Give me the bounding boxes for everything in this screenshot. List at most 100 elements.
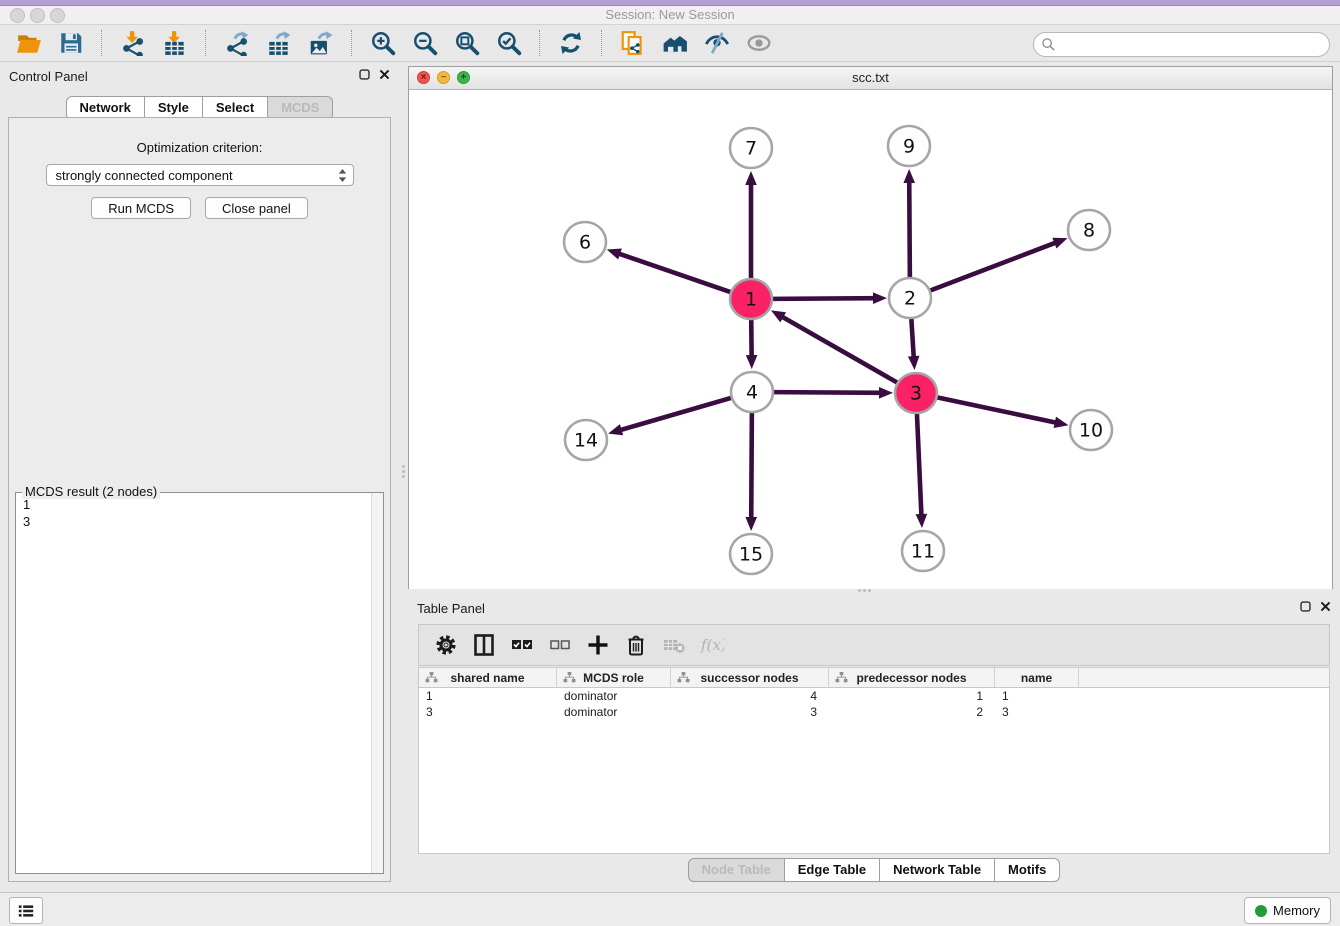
edge-3-10[interactable]: [937, 397, 1058, 423]
tab-node-table[interactable]: Node Table: [688, 858, 785, 882]
hide-selected-eye-slash-button[interactable]: [701, 28, 733, 58]
graph-node-4[interactable]: 4: [731, 372, 773, 412]
cell-name[interactable]: 1: [995, 689, 1079, 703]
edge-arrowhead-1-2: [873, 292, 887, 304]
cell-successor-nodes[interactable]: 4: [671, 689, 829, 703]
memory-button[interactable]: Memory: [1244, 897, 1331, 924]
zoom-in-button[interactable]: [367, 28, 399, 58]
list-icon: [17, 903, 35, 919]
column-header-predecessor-nodes[interactable]: predecessor nodes: [829, 668, 995, 687]
import-network-button[interactable]: [117, 28, 149, 58]
graph-node-7[interactable]: 7: [730, 128, 772, 168]
zoom-out-button[interactable]: [409, 28, 441, 58]
toolbar-separator: [101, 30, 103, 56]
table-panel: Table Panel f(x) shared nameMCDS rolesuc…: [408, 595, 1340, 888]
svg-text:4: 4: [746, 382, 758, 404]
edge-4-15[interactable]: [751, 412, 752, 520]
table-row[interactable]: 1dominator411: [419, 688, 1329, 704]
table-row[interactable]: 3dominator323: [419, 704, 1329, 720]
cell-name[interactable]: 3: [995, 705, 1079, 719]
column-header-shared-name[interactable]: shared name: [419, 668, 557, 687]
close-table-panel-icon[interactable]: [1319, 600, 1332, 613]
optimization-criterion-label: Optimization criterion:: [9, 140, 390, 155]
graph-node-6[interactable]: 6: [564, 222, 606, 262]
deselect-all-checkboxes-button[interactable]: [545, 630, 575, 660]
search-input[interactable]: [1056, 35, 1329, 55]
column-header-successor-nodes[interactable]: successor nodes: [671, 668, 829, 687]
export-network-icon: [224, 30, 250, 56]
edge-4-3[interactable]: [773, 392, 882, 393]
run-mcds-button[interactable]: Run MCDS: [91, 197, 191, 219]
cell-predecessor-nodes[interactable]: 2: [829, 705, 995, 719]
edge-3-1[interactable]: [781, 316, 898, 383]
edge-2-9[interactable]: [909, 180, 910, 278]
graph-node-9[interactable]: 9: [888, 126, 930, 166]
tab-motifs[interactable]: Motifs: [995, 858, 1060, 882]
add-column-plus-button[interactable]: [583, 630, 613, 660]
optimization-criterion-select[interactable]: strongly connected component: [46, 164, 354, 186]
search-box[interactable]: [1033, 32, 1330, 57]
network-window-titlebar[interactable]: × − + scc.txt: [409, 67, 1332, 90]
network-graph[interactable]: 7 9 6 8 1 2 4 3 14 10 15 11: [409, 90, 1332, 589]
node-table[interactable]: shared nameMCDS rolesuccessor nodesprede…: [418, 667, 1330, 854]
graph-node-2[interactable]: 2: [889, 278, 931, 318]
gear-button[interactable]: [431, 630, 461, 660]
edge-2-8[interactable]: [930, 242, 1058, 291]
cell-MCDS-role[interactable]: dominator: [557, 705, 671, 719]
result-scrollbar[interactable]: [371, 493, 383, 873]
cell-MCDS-role[interactable]: dominator: [557, 689, 671, 703]
first-neighbors-houses-button[interactable]: [659, 28, 691, 58]
tab-edge-table[interactable]: Edge Table: [785, 858, 880, 882]
export-table-button[interactable]: [263, 28, 295, 58]
edge-3-11[interactable]: [917, 413, 922, 517]
zoom-selected-button[interactable]: [493, 28, 525, 58]
cell-predecessor-nodes[interactable]: 1: [829, 689, 995, 703]
export-image-icon: [308, 30, 334, 56]
refresh-layout-button[interactable]: [555, 28, 587, 58]
cell-shared-name[interactable]: 3: [419, 705, 557, 719]
graph-node-1[interactable]: 1: [730, 279, 772, 319]
column-header-MCDS-role[interactable]: MCDS role: [557, 668, 671, 687]
graph-node-3[interactable]: 3: [895, 373, 937, 413]
zoom-in-icon: [370, 30, 396, 56]
export-image-button[interactable]: [305, 28, 337, 58]
float-table-panel-icon[interactable]: [1299, 600, 1312, 613]
graph-node-14[interactable]: 14: [565, 420, 607, 460]
vertical-splitter-grip[interactable]: [401, 463, 406, 479]
clone-network-button[interactable]: [617, 28, 649, 58]
zoom-selected-icon: [496, 30, 522, 56]
zoom-fit-button[interactable]: [451, 28, 483, 58]
column-header-name[interactable]: name: [995, 668, 1079, 687]
edge-4-14[interactable]: [619, 398, 732, 431]
tab-network-table[interactable]: Network Table: [880, 858, 995, 882]
graph-node-15[interactable]: 15: [730, 534, 772, 574]
select-all-checkboxes-button[interactable]: [507, 630, 537, 660]
edge-2-3[interactable]: [911, 318, 914, 359]
svg-text:15: 15: [739, 544, 763, 566]
export-network-button[interactable]: [221, 28, 253, 58]
open-session-button[interactable]: [13, 28, 45, 58]
show-hidden-eye-button[interactable]: [743, 28, 775, 58]
network-canvas[interactable]: 7 9 6 8 1 2 4 3 14 10 15 11: [409, 90, 1332, 589]
close-panel-button[interactable]: Close panel: [205, 197, 308, 219]
cell-shared-name[interactable]: 1: [419, 689, 557, 703]
close-panel-icon[interactable]: [378, 68, 391, 81]
edge-1-6[interactable]: [617, 253, 731, 292]
float-panel-icon[interactable]: [358, 68, 371, 81]
task-history-button[interactable]: [9, 897, 43, 924]
cell-successor-nodes[interactable]: 3: [671, 705, 829, 719]
import-table-button[interactable]: [159, 28, 191, 58]
save-session-button[interactable]: [55, 28, 87, 58]
export-table-icon: [266, 30, 292, 56]
edge-arrowhead-1-6: [607, 249, 622, 260]
delete-column-trash-button[interactable]: [621, 630, 651, 660]
toolbar-separator: [351, 30, 353, 56]
svg-text:f(x): f(x): [700, 636, 724, 654]
horizontal-splitter-grip[interactable]: [856, 588, 872, 593]
mcds-result-area[interactable]: 1 3: [16, 493, 383, 873]
graph-node-11[interactable]: 11: [902, 531, 944, 571]
graph-node-10[interactable]: 10: [1070, 410, 1112, 450]
split-columns-button[interactable]: [469, 630, 499, 660]
edge-1-2[interactable]: [772, 298, 876, 299]
graph-node-8[interactable]: 8: [1068, 210, 1110, 250]
